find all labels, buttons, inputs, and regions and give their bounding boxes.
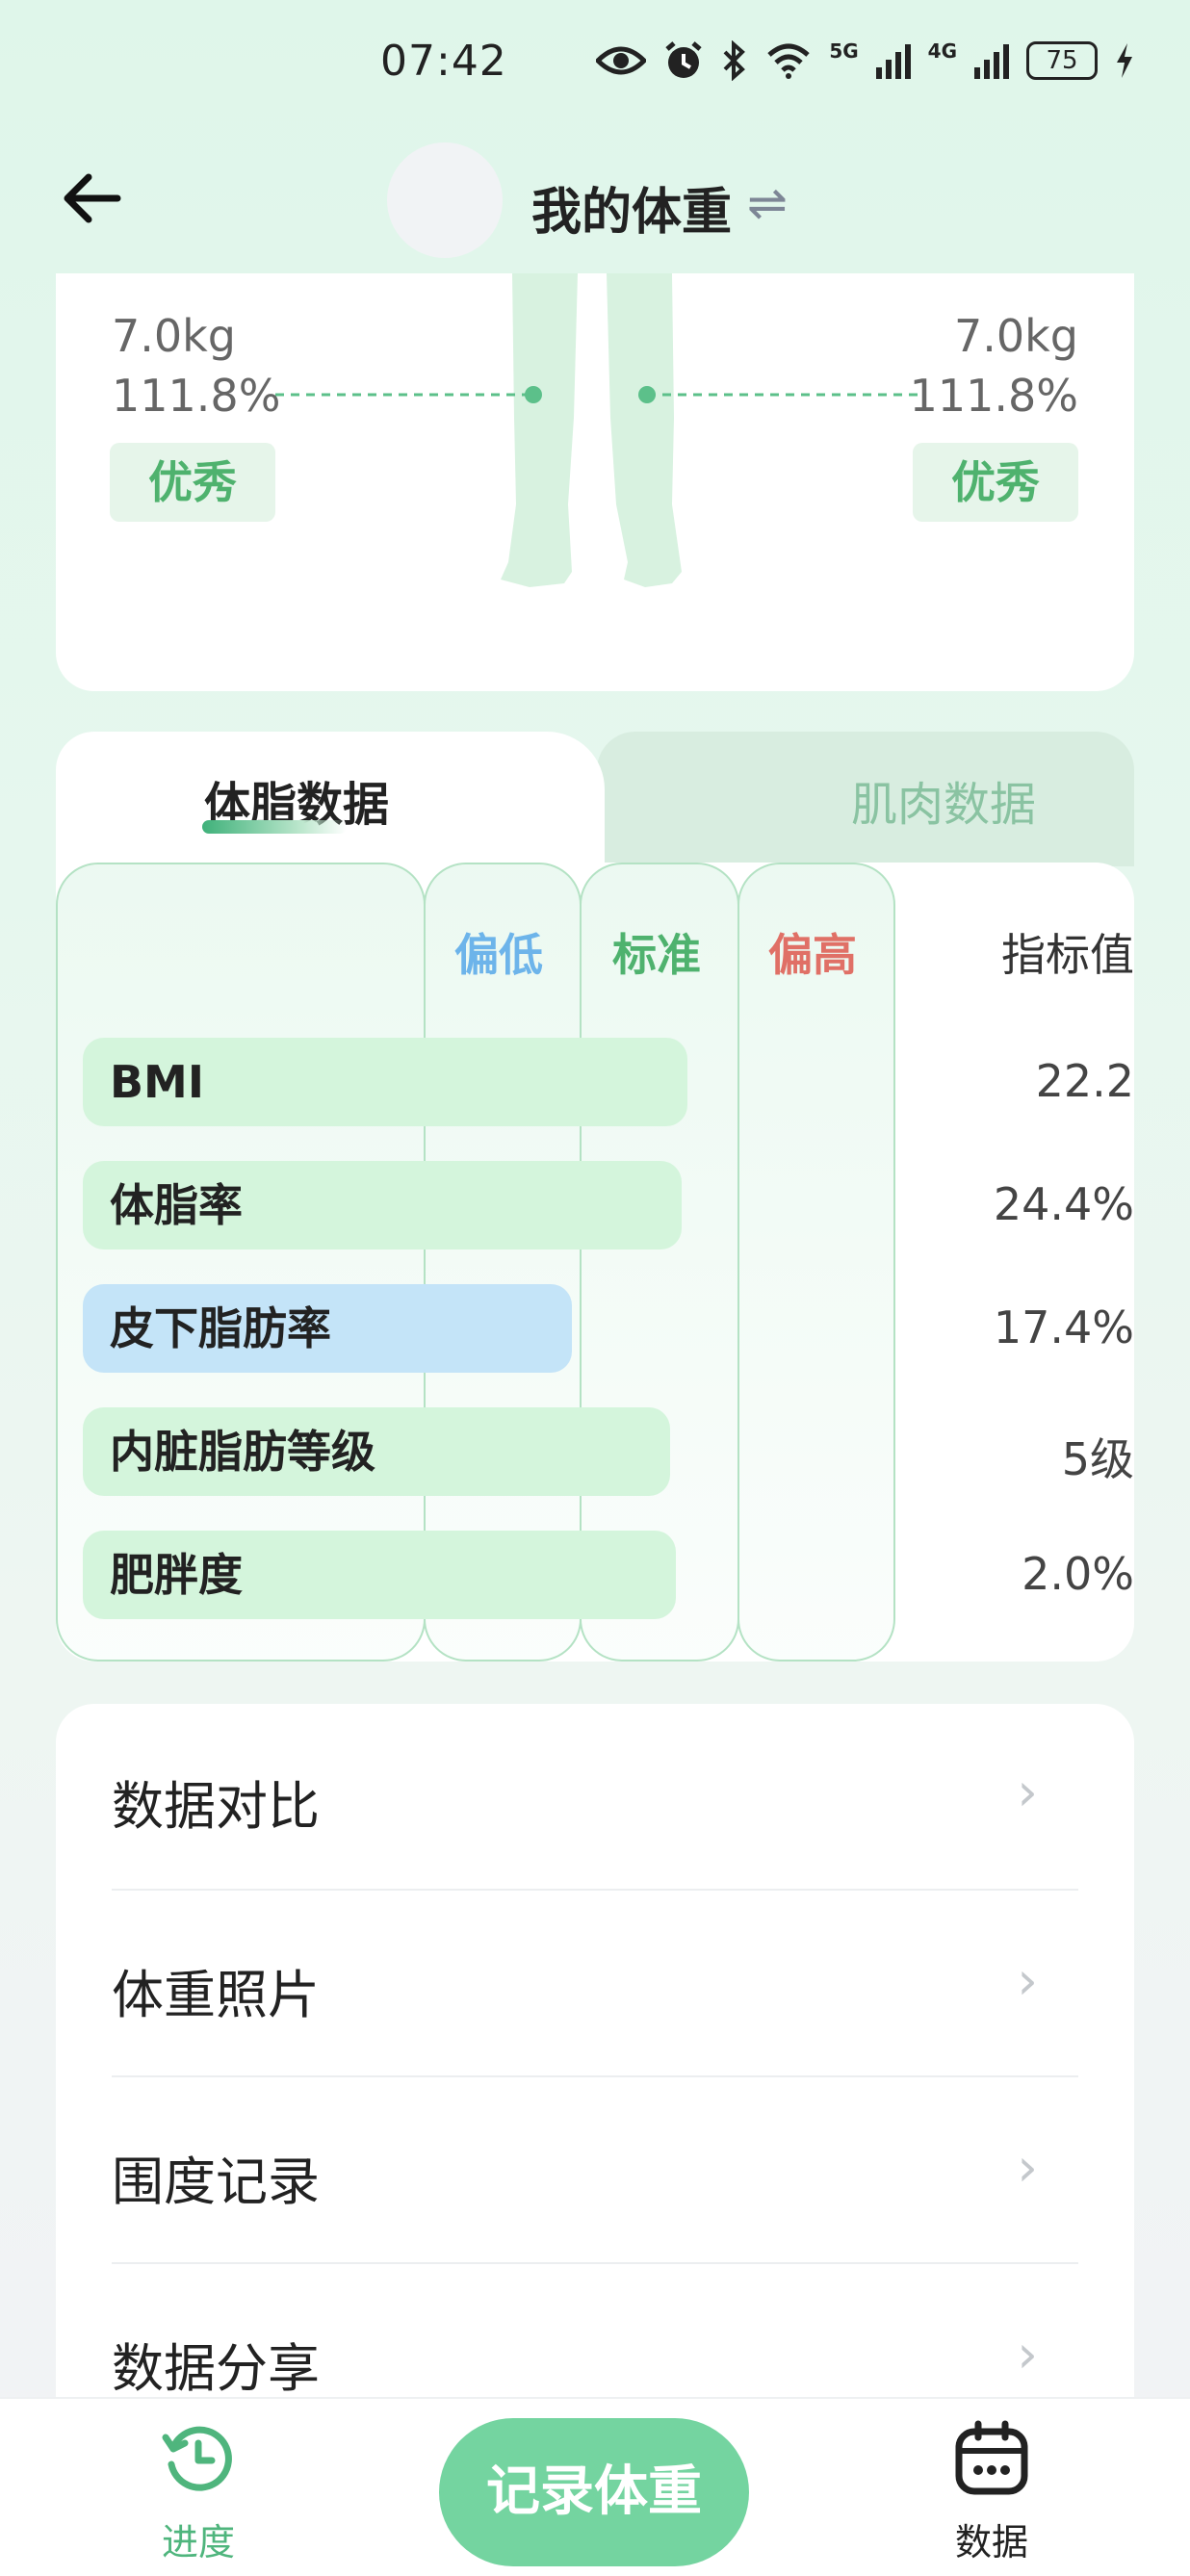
metric-obesity[interactable]: 肥胖度: [83, 1531, 676, 1619]
page-title: 我的体重: [531, 184, 733, 242]
eye-icon: [596, 46, 647, 75]
back-button[interactable]: [56, 162, 129, 235]
left-rating-badge: 优秀: [110, 443, 275, 522]
nav-data-label[interactable]: 数据: [953, 2512, 1030, 2565]
metric-bmi[interactable]: BMI: [83, 1038, 687, 1126]
chevron-right-icon: ›: [1017, 1950, 1038, 2011]
record-weight-button[interactable]: 记录体重: [439, 2418, 749, 2566]
tab-muscle-data-label: 肌肉数据: [851, 778, 1037, 832]
metric-visceral-fat-level-value: 5级: [1061, 1433, 1134, 1485]
avatar[interactable]: [387, 142, 503, 258]
swap-icon[interactable]: ⇌: [747, 175, 788, 231]
signal-icon: [974, 42, 1009, 79]
right-weight: 7.0kg: [954, 310, 1078, 362]
battery-icon: 75: [1026, 41, 1098, 80]
metric-visceral-fat-level[interactable]: 内脏脂肪等级: [83, 1407, 670, 1496]
status-icons: 5G 4G 75: [596, 39, 1134, 81]
metric-body-fat-rate-value: 24.4%: [993, 1178, 1134, 1230]
nav-progress-label[interactable]: 进度: [160, 2512, 237, 2565]
metric-body-fat-rate[interactable]: 体脂率: [83, 1161, 682, 1249]
tab-active-indicator: [202, 820, 347, 834]
menu-divider: [112, 2262, 1078, 2264]
header: 我的体重 ⇌: [0, 135, 1190, 270]
calendar-icon[interactable]: [953, 2420, 1030, 2497]
menu-item-label: 数据分享: [112, 2338, 320, 2399]
menu-item-weight-photos[interactable]: 体重照片 ›: [56, 1893, 1134, 2080]
bottom-nav: 进度 记录体重 数据: [0, 2397, 1190, 2576]
right-rating-badge: 优秀: [913, 443, 1078, 522]
wifi-icon: [767, 43, 810, 79]
data-tabs: 体脂数据 肌肉数据: [56, 732, 1134, 866]
bluetooth-icon: [723, 40, 746, 81]
status-bar: 07:42 5G 4G 75: [0, 0, 1190, 135]
charging-icon: [1117, 43, 1132, 78]
metric-bmi-value: 22.2: [1035, 1055, 1134, 1107]
menu-item-label: 体重照片: [112, 1965, 320, 2025]
chevron-right-icon: ›: [1017, 2324, 1038, 2384]
header-low: 偏低: [454, 929, 543, 981]
chevron-right-icon: ›: [1017, 1762, 1038, 1822]
arrow-left-icon: [64, 173, 121, 223]
status-time: 07:42: [380, 37, 507, 86]
network-5g-label: 5G: [829, 39, 859, 63]
header-standard: 标准: [612, 929, 701, 981]
clock-refresh-icon[interactable]: [160, 2420, 237, 2497]
menu-divider: [112, 2075, 1078, 2077]
header-high: 偏高: [768, 929, 857, 981]
left-weight: 7.0kg: [112, 310, 236, 362]
chevron-right-icon: ›: [1017, 2137, 1038, 2198]
menu-card: 数据对比 › 体重照片 › 围度记录 › 数据分享 ›: [56, 1704, 1134, 2399]
metric-obesity-value: 2.0%: [1022, 1548, 1134, 1600]
menu-item-data-compare[interactable]: 数据对比 ›: [56, 1704, 1134, 1892]
menu-divider: [112, 1889, 1078, 1891]
menu-item-girth-records[interactable]: 围度记录 ›: [56, 2079, 1134, 2267]
alarm-icon: [665, 41, 702, 78]
signal-icon: [875, 42, 911, 79]
network-4g-label: 4G: [927, 39, 957, 63]
menu-item-label: 围度记录: [112, 2151, 320, 2212]
right-percent: 111.8%: [909, 370, 1078, 422]
header-value: 指标值: [1001, 929, 1134, 981]
metric-subcutaneous-fat[interactable]: 皮下脂肪率: [83, 1284, 572, 1373]
left-percent: 111.8%: [112, 370, 281, 422]
metric-subcutaneous-fat-value: 17.4%: [993, 1301, 1134, 1353]
menu-item-label: 数据对比: [112, 1776, 320, 1837]
body-diagram-card: 7.0kg 111.8% 优秀 7.0kg 111.8% 优秀: [56, 273, 1134, 691]
